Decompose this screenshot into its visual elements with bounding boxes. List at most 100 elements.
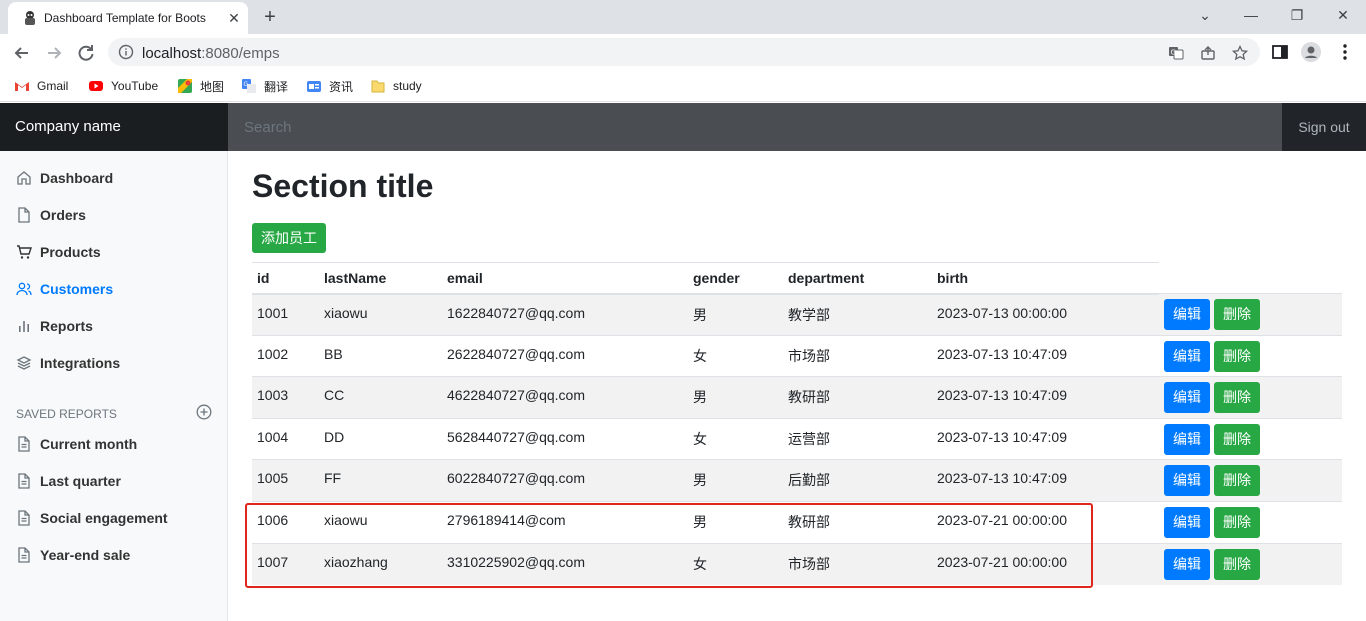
file-text-icon: [18, 473, 30, 489]
svg-text:G: G: [1171, 49, 1176, 57]
sidebar-report-label: Social engagement: [40, 510, 168, 526]
delete-button[interactable]: 删除: [1214, 506, 1260, 538]
cell-id: 1001: [252, 293, 319, 336]
sidebar-item-label: Reports: [40, 318, 93, 334]
profile-avatar-icon[interactable]: [1301, 42, 1321, 62]
saved-reports-heading: Saved reports: [16, 407, 117, 421]
cell-id: 1005: [252, 459, 319, 502]
browser-tabstrip: Dashboard Template for Boots ✕ + ⌄ — ❐ ✕: [0, 0, 1366, 34]
tab-close-icon[interactable]: ✕: [226, 10, 242, 26]
bookmark-label: 地图: [200, 79, 225, 94]
users-icon: [16, 282, 32, 296]
sidebar: Dashboard Orders Products Customers Repo…: [0, 151, 228, 621]
reload-icon[interactable]: [73, 40, 99, 66]
table-row: 1004 DD 5628440727@qq.com 女运营部 2023-07-13 10…: [252, 417, 1342, 460]
sidebar-item-products[interactable]: Products: [16, 242, 101, 262]
top-navbar: Company name Sign out: [0, 103, 1366, 151]
side-panel-icon[interactable]: [1270, 42, 1290, 62]
add-employee-button[interactable]: 添加员工: [252, 223, 326, 253]
bookmark-youtube[interactable]: YouTube: [88, 76, 158, 96]
file-text-icon: [18, 436, 30, 452]
edit-button[interactable]: 编辑: [1164, 382, 1210, 414]
restore-icon[interactable]: ❐: [1274, 0, 1320, 30]
cell-gender: 女: [688, 542, 783, 585]
edit-button[interactable]: 编辑: [1164, 423, 1210, 455]
cell-gender: 男: [688, 459, 783, 502]
sidebar-report-year-end-sale[interactable]: Year-end sale: [16, 545, 130, 565]
cell-actions: 编辑 删除: [1159, 293, 1342, 336]
bookmark-translate[interactable]: G 翻译: [241, 76, 288, 96]
tab-search-icon[interactable]: ⌄: [1182, 0, 1228, 30]
back-icon[interactable]: [9, 40, 35, 66]
delete-button[interactable]: 删除: [1214, 382, 1260, 414]
cell-department: 运营部: [783, 417, 932, 460]
bookmark-folder-study[interactable]: study: [370, 76, 422, 96]
browser-toolbar: localhost:8080/emps G: [0, 34, 1366, 70]
more-menu-icon[interactable]: [1335, 42, 1355, 62]
delete-button[interactable]: 删除: [1214, 299, 1260, 330]
sidebar-item-label: Products: [40, 244, 101, 260]
sidebar-item-orders[interactable]: Orders: [16, 205, 86, 225]
edit-button[interactable]: 编辑: [1164, 340, 1210, 372]
delete-button[interactable]: 删除: [1214, 423, 1260, 455]
sidebar-item-integrations[interactable]: Integrations: [16, 353, 120, 373]
sidebar-item-dashboard[interactable]: Dashboard: [16, 168, 113, 188]
edit-button[interactable]: 编辑: [1164, 548, 1210, 580]
column-header-gender: gender: [688, 262, 783, 295]
translate-page-icon[interactable]: G: [1168, 45, 1184, 61]
sign-out-link[interactable]: Sign out: [1282, 103, 1366, 151]
cell-lastname: FF: [319, 459, 442, 502]
bar-chart-icon: [19, 321, 29, 332]
sidebar-report-current-month[interactable]: Current month: [16, 434, 137, 454]
site-info-icon[interactable]: [118, 44, 134, 60]
cell-gender: 女: [688, 417, 783, 460]
bookmark-gmail[interactable]: Gmail: [14, 76, 68, 96]
bookmark-maps[interactable]: 地图: [177, 76, 224, 96]
delete-button[interactable]: 删除: [1214, 465, 1260, 497]
cell-email: 2796189414@com: [442, 500, 688, 544]
url-text: localhost:8080/emps: [142, 45, 280, 62]
sidebar-item-reports[interactable]: Reports: [16, 316, 93, 336]
delete-button[interactable]: 删除: [1214, 340, 1260, 372]
cell-lastname: DD: [319, 417, 442, 460]
edit-button[interactable]: 编辑: [1164, 299, 1210, 330]
sidebar-item-label: Orders: [40, 207, 86, 223]
sidebar-report-last-quarter[interactable]: Last quarter: [16, 471, 121, 491]
forward-icon[interactable]: [41, 40, 67, 66]
cell-email: 4622840727@qq.com: [442, 376, 688, 419]
cell-actions: 编辑 删除: [1159, 542, 1342, 585]
cell-email: 6022840727@qq.com: [442, 459, 688, 502]
share-icon[interactable]: [1200, 45, 1216, 61]
cell-department: 教研部: [783, 500, 932, 544]
edit-button[interactable]: 编辑: [1164, 506, 1210, 538]
search-input[interactable]: [228, 103, 1282, 151]
bookmark-star-icon[interactable]: [1232, 45, 1248, 61]
cell-gender: 男: [688, 500, 783, 544]
delete-button[interactable]: 删除: [1214, 548, 1260, 580]
cell-birth: 2023-07-13 10:47:09: [932, 376, 1159, 419]
layers-icon: [16, 356, 32, 370]
close-window-icon[interactable]: ✕: [1320, 0, 1366, 30]
add-report-icon[interactable]: [196, 404, 212, 420]
svg-text:G: G: [244, 81, 249, 88]
news-icon: [307, 81, 321, 92]
bookmark-news[interactable]: 资讯: [306, 76, 353, 96]
sidebar-report-social-engagement[interactable]: Social engagement: [16, 508, 168, 528]
browser-tab[interactable]: Dashboard Template for Boots ✕: [8, 2, 248, 34]
cell-actions: 编辑 删除: [1159, 334, 1342, 377]
bookmark-label: 翻译: [264, 79, 289, 94]
column-header-email: email: [442, 262, 688, 295]
cell-id: 1004: [252, 417, 319, 460]
sidebar-item-customers[interactable]: Customers: [16, 279, 113, 299]
address-bar[interactable]: localhost:8080/emps G: [108, 38, 1260, 66]
sidebar-report-label: Last quarter: [40, 473, 121, 489]
file-text-icon: [18, 510, 30, 526]
bookmark-label: Gmail: [37, 79, 69, 93]
new-tab-icon[interactable]: +: [258, 6, 282, 30]
cell-birth: 2023-07-13 10:47:09: [932, 459, 1159, 502]
table-body: 1001 xiaowu 1622840727@qq.com 男教学部 2023-07-1…: [252, 293, 1342, 585]
shopping-cart-icon: [17, 245, 32, 259]
edit-button[interactable]: 编辑: [1164, 465, 1210, 497]
brand-name[interactable]: Company name: [0, 103, 228, 151]
minimize-icon[interactable]: —: [1228, 0, 1274, 30]
